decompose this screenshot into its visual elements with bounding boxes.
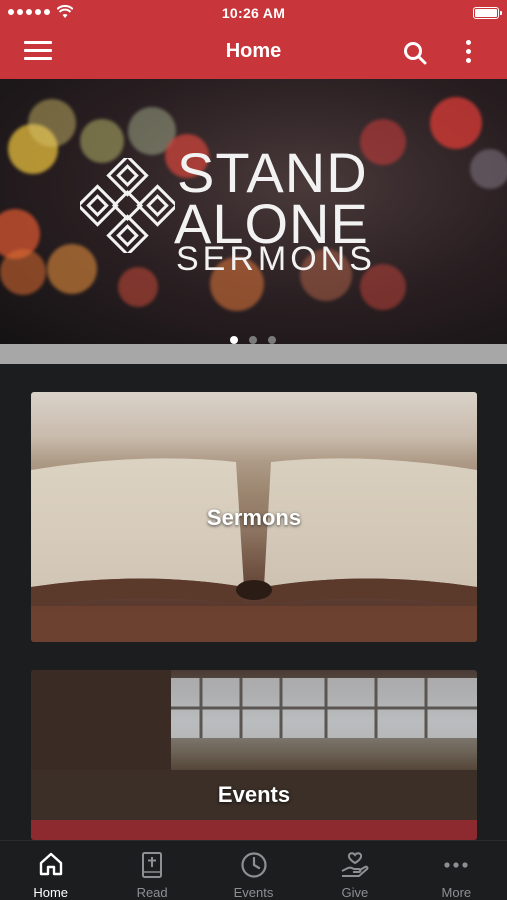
status-time: 10:26 AM [221,5,286,21]
bible-icon [142,852,163,878]
events-card[interactable]: Events [31,670,477,840]
give-hand-heart-icon [341,852,369,877]
sermons-card-label: Sermons [206,505,302,530]
tab-read-label: Read [136,885,168,900]
events-card-label: Events [217,782,291,807]
bokeh-light [0,249,46,295]
tab-read[interactable]: Read [101,841,202,900]
bokeh-light [430,97,482,149]
bokeh-light [470,149,507,189]
carousel-indicator[interactable] [230,336,276,344]
tab-more[interactable]: More [406,841,507,900]
sermons-card[interactable]: Sermons [31,392,477,642]
tab-bar: Home Read Events Give More [0,840,507,900]
battery-icon [473,7,502,19]
carousel-dot[interactable] [249,336,257,344]
tab-home[interactable]: Home [0,841,101,900]
bokeh-light [118,267,158,307]
bokeh-light [80,119,124,163]
bokeh-light [28,99,76,147]
tab-events-label: Events [233,885,274,900]
hero-banner[interactable]: STAND ALONE SERMONS [0,79,507,344]
clock-icon [240,852,267,878]
tab-give-label: Give [341,885,369,900]
search-icon[interactable] [402,40,428,66]
app-screen: 10:26 AM Home STAND ALONE SERMONS Sermon… [0,0,507,900]
status-bar: 10:26 AM [0,0,507,26]
more-vertical-icon[interactable] [460,40,476,66]
hero-separator [0,344,507,364]
tab-home-label: Home [33,885,69,900]
tab-give[interactable]: Give [304,841,405,900]
more-horizontal-icon [444,862,468,868]
celtic-knot-logo-icon [80,158,175,253]
nav-bar: Home [0,26,507,79]
arena-crowd-image [31,670,477,840]
home-icon [39,852,62,876]
tab-events[interactable]: Events [203,841,304,900]
hero-title-line-3: SERMONS [176,240,376,278]
carousel-dot[interactable] [268,336,276,344]
tab-more-label: More [441,885,472,900]
carousel-dot[interactable] [230,336,238,344]
page-title: Home [225,40,282,62]
